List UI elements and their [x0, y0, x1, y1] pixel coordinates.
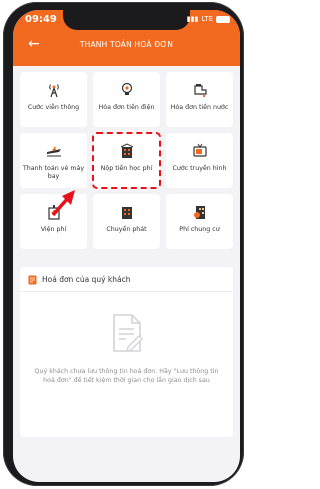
- receipt-icon: [28, 275, 37, 285]
- service-tile-flight[interactable]: Thanh toán vé máy bay: [20, 133, 87, 188]
- phone-frame: 09:49 ▮▮▮ LTE ← THANH TOÁN HOÁ ĐƠN Cước …: [3, 2, 244, 486]
- service-label: Hóa đơn tiền nước: [170, 104, 229, 111]
- battery-icon: [216, 15, 230, 23]
- service-tile-tv[interactable]: Cước truyền hình: [166, 133, 233, 188]
- service-label: Phí chung cư: [179, 226, 220, 233]
- phone-notch: [63, 10, 190, 30]
- service-label: Nộp tiền học phí: [100, 165, 153, 172]
- building-icon: [121, 207, 132, 219]
- service-tile-water[interactable]: Hóa đơn tiền nước: [166, 72, 233, 127]
- bill-section-title: Hoá đơn của quý khách: [42, 275, 131, 284]
- service-label: Chuyển phát: [106, 226, 147, 233]
- bill-panel: Hoá đơn của quý khách Quý khách chưa lưu…: [20, 267, 233, 437]
- service-label: Cước viễn thông: [27, 104, 80, 111]
- service-label: Thanh toán vé máy bay: [22, 165, 85, 180]
- school-building-icon: [120, 143, 133, 158]
- service-label: Viện phí: [40, 226, 67, 233]
- airplane-icon: [46, 146, 61, 157]
- service-label: Hóa đơn tiền điện: [98, 104, 155, 111]
- service-tile-tuition[interactable]: Nộp tiền học phí: [92, 132, 161, 189]
- service-grid: Cước viễn thông Hóa đơn tiền điện Hóa đơ…: [20, 72, 233, 249]
- service-tile-delivery[interactable]: Chuyển phát: [93, 194, 160, 249]
- service-tile-apartment[interactable]: Phí chung cư: [166, 194, 233, 249]
- tv-icon: [192, 143, 207, 157]
- network-label: LTE: [201, 15, 213, 23]
- service-tile-electricity[interactable]: Hóa đơn tiền điện: [93, 72, 160, 127]
- app-screen: 09:49 ▮▮▮ LTE ← THANH TOÁN HOÁ ĐƠN Cước …: [13, 10, 240, 482]
- service-tile-telecom[interactable]: Cước viễn thông: [20, 72, 87, 127]
- empty-document-icon: [113, 314, 143, 352]
- antenna-icon: [48, 84, 59, 98]
- status-indicators: ▮▮▮ LTE: [187, 15, 230, 23]
- header-bar: 09:49 ▮▮▮ LTE ← THANH TOÁN HOÁ ĐƠN: [13, 10, 240, 66]
- apartment-icon: [193, 206, 205, 219]
- red-arrow-annotation: [51, 190, 75, 217]
- status-time: 09:49: [25, 14, 57, 25]
- water-tap-icon: [193, 84, 207, 97]
- signal-icon: ▮▮▮: [186, 15, 199, 23]
- empty-state-message: Quý khách chưa lưu thông tin hoá đơn. Hã…: [34, 368, 219, 384]
- divider: [20, 291, 233, 292]
- service-label: Cước truyền hình: [172, 165, 227, 172]
- lightbulb-icon: [121, 82, 132, 95]
- page-title: THANH TOÁN HOÁ ĐƠN: [79, 40, 174, 49]
